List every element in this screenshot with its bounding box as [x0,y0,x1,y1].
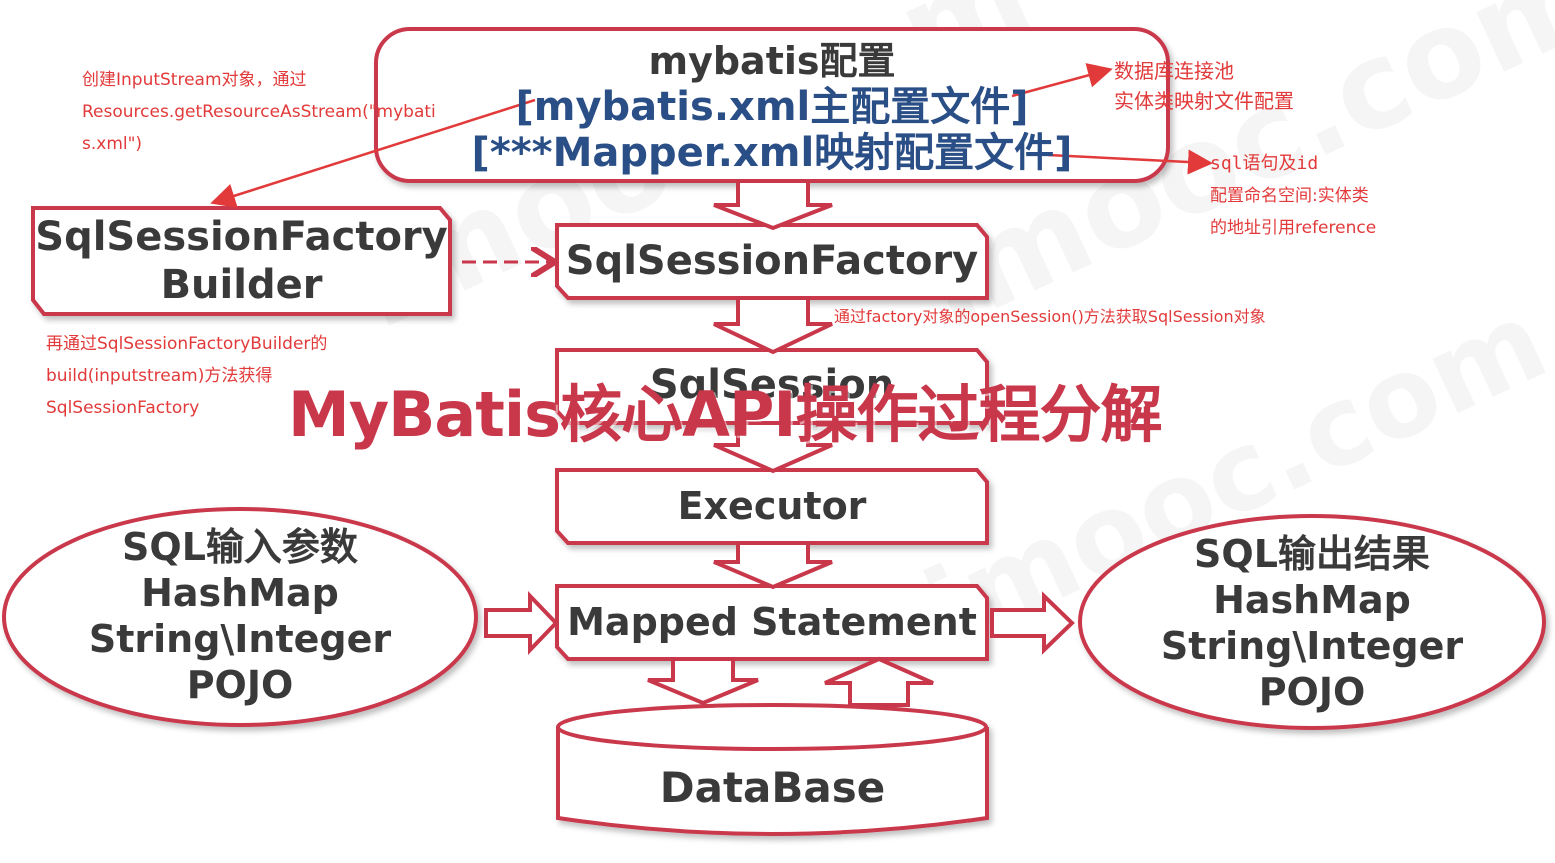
note-mapper: sql语句及id 配置命名空间:实体类 的地址引用reference [1210,148,1450,244]
database-label: DataBase [659,763,886,812]
factory-label: SqlSessionFactory [565,238,979,284]
note-mapper-line1: sql语句及id [1210,153,1319,174]
note-create-stream: 创建InputStream对象，通过 Resources.getResource… [82,64,442,160]
arrow-db-to-mapped [824,656,934,707]
note-create-stream-line2: Resources.getResourceAsStream("mybati [82,102,436,122]
output-line3: String\Integer [1160,624,1464,668]
arrow-executor-to-mapped [713,541,833,590]
mapper-config-label: [***Mapper.xml映射配置文件] [471,130,1073,176]
note-datasource-line1: 数据库连接池 [1114,59,1234,83]
output-line4: POJO [1258,670,1366,714]
output-line1: SQL输出结果 [1194,532,1430,576]
builder-label-line2: Builder [160,262,323,308]
builder-label-line1: SqlSessionFactory [35,214,448,260]
mapped-statement-label: Mapped Statement [567,600,977,644]
config-title: mybatis配置 [648,39,896,83]
executor-label: Executor [677,484,867,528]
input-ellipse-text: SQL输入参数 HashMap String\Integer POJO [20,524,460,708]
input-line4: POJO [186,663,294,707]
note-open-session: 通过factory对象的openSession()方法获取SqlSession对… [834,307,1266,326]
output-ellipse-text: SQL输出结果 HashMap String\Integer POJO [1092,531,1532,715]
note-create-stream-line1: 创建InputStream对象，通过 [82,70,307,90]
note-datasource-line2: 实体类映射文件配置 [1114,89,1294,113]
main-config-label: [mybatis.xml主配置文件] [515,84,1029,130]
note-mapper-line3: 的地址引用reference [1210,218,1377,238]
note-mapper-line2: 配置命名空间:实体类 [1210,186,1369,206]
output-line2: HashMap [1213,578,1411,622]
input-line1: SQL输入参数 [122,525,358,569]
input-line2: HashMap [141,571,339,615]
arrow-factory-to-session [713,296,833,355]
arrow-input-to-mapped [484,591,559,655]
note-datasource: 数据库连接池 实体类映射文件配置 [1114,56,1374,116]
input-line3: String\Integer [88,617,392,661]
note-create-stream-line3: s.xml") [82,134,143,154]
note-build-line1: 再通过SqlSessionFactoryBuilder的 [46,334,328,354]
overlay-title: MyBatis核心API操作过程分解 [288,378,1163,451]
arrow-mapped-to-db [647,657,759,706]
